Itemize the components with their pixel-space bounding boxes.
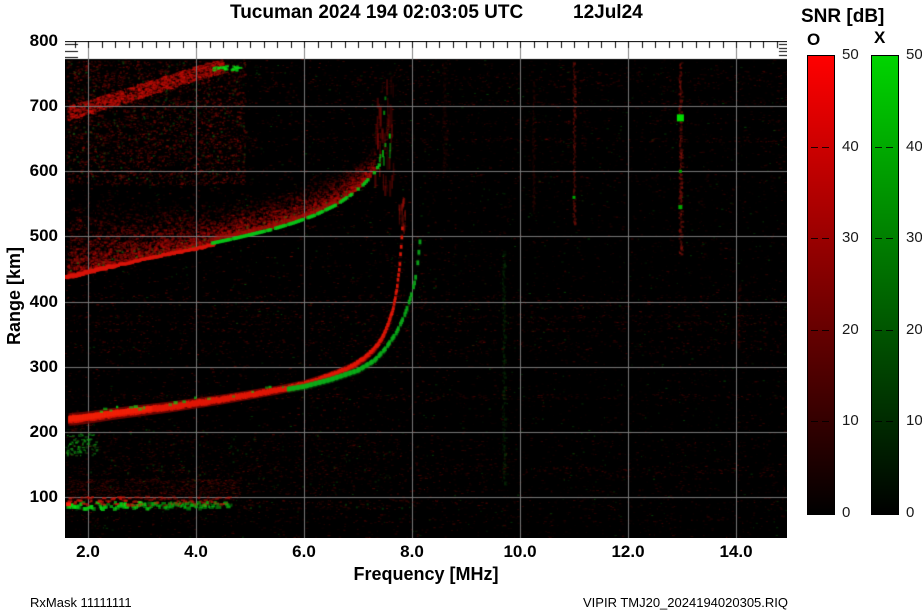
footer-filename: VIPIR TMJ20_2024194020305.RIQ xyxy=(583,595,789,610)
colorbar-x-gradient xyxy=(871,55,899,515)
x-tick-label: 8.0 xyxy=(400,542,424,561)
colorbar-tick-dash xyxy=(875,329,882,331)
colorbar-tick-label: 40 xyxy=(906,137,922,155)
x-tick-label: 12.0 xyxy=(611,542,645,561)
plot-title: Tucuman 2024 194 02:03:05 UTC xyxy=(230,2,524,23)
x-axis-label: Frequency [MHz] xyxy=(353,564,499,584)
colorbar-tick-label: 0 xyxy=(906,504,915,521)
x-tick-label: 10.0 xyxy=(503,542,537,561)
colorbar-tick-dash xyxy=(811,421,818,423)
colorbar-title: SNR [dB] xyxy=(801,6,885,27)
colorbar-tick-label: 50 xyxy=(906,46,922,63)
colorbar-tick-dash xyxy=(886,146,893,148)
colorbar-tick-label: 40 xyxy=(842,137,859,155)
ionogram-plot-area xyxy=(65,41,787,538)
colorbar-tick-dash xyxy=(811,329,818,331)
colorbar-tick-dash xyxy=(875,146,882,148)
colorbar-tick-label: 10 xyxy=(842,412,859,430)
colorbar-tick-dash xyxy=(811,238,818,240)
colorbar-o-label: O xyxy=(807,30,821,49)
x-tick-label: 4.0 xyxy=(184,542,208,561)
x-tick-label: 6.0 xyxy=(292,542,316,561)
colorbar-tick-dash xyxy=(886,329,893,331)
colorbar-tick-label: 20 xyxy=(842,320,859,338)
colorbar-tick-label: 30 xyxy=(842,229,859,247)
colorbar-tick-label: 30 xyxy=(906,229,922,247)
y-tick-label: 600 xyxy=(29,161,58,181)
colorbar-tick-label: 20 xyxy=(906,320,922,338)
y-tick-label: 500 xyxy=(29,226,58,246)
colorbar-tick-dash xyxy=(886,421,893,423)
colorbar-o-gradient xyxy=(807,55,835,515)
colorbar-tick-dash xyxy=(811,146,818,148)
colorbar-tick-dash xyxy=(886,238,893,240)
colorbar-tick-dash xyxy=(875,421,882,423)
y-tick-label: 700 xyxy=(29,96,58,116)
colorbar-tick-dash xyxy=(822,238,829,240)
colorbar-tick-dash xyxy=(875,238,882,240)
y-tick-label: 200 xyxy=(29,421,58,441)
colorbar-x-label: X xyxy=(874,28,886,47)
colorbar-tick-dash xyxy=(822,146,829,148)
colorbar-tick-label: 0 xyxy=(842,504,851,521)
colorbar-tick-dash xyxy=(822,421,829,423)
y-tick-label: 400 xyxy=(29,291,58,311)
footer-rxmask: RxMask 11111111 xyxy=(30,595,132,610)
colorbar-tick-dash xyxy=(822,329,829,331)
x-tick-label: 2.0 xyxy=(76,542,100,561)
x-tick-label: 14.0 xyxy=(719,542,753,561)
plot-date: 12Jul24 xyxy=(573,2,643,23)
colorbar-tick-label: 50 xyxy=(842,46,859,63)
y-tick-label: 300 xyxy=(29,356,58,376)
y-tick-label: 100 xyxy=(29,486,58,506)
ionogram-app: { "title": {"main": "Tucuman 2024 194 02… xyxy=(0,0,922,614)
y-tick-label: 800 xyxy=(29,31,58,50)
colorbar-tick-label: 10 xyxy=(906,412,922,430)
